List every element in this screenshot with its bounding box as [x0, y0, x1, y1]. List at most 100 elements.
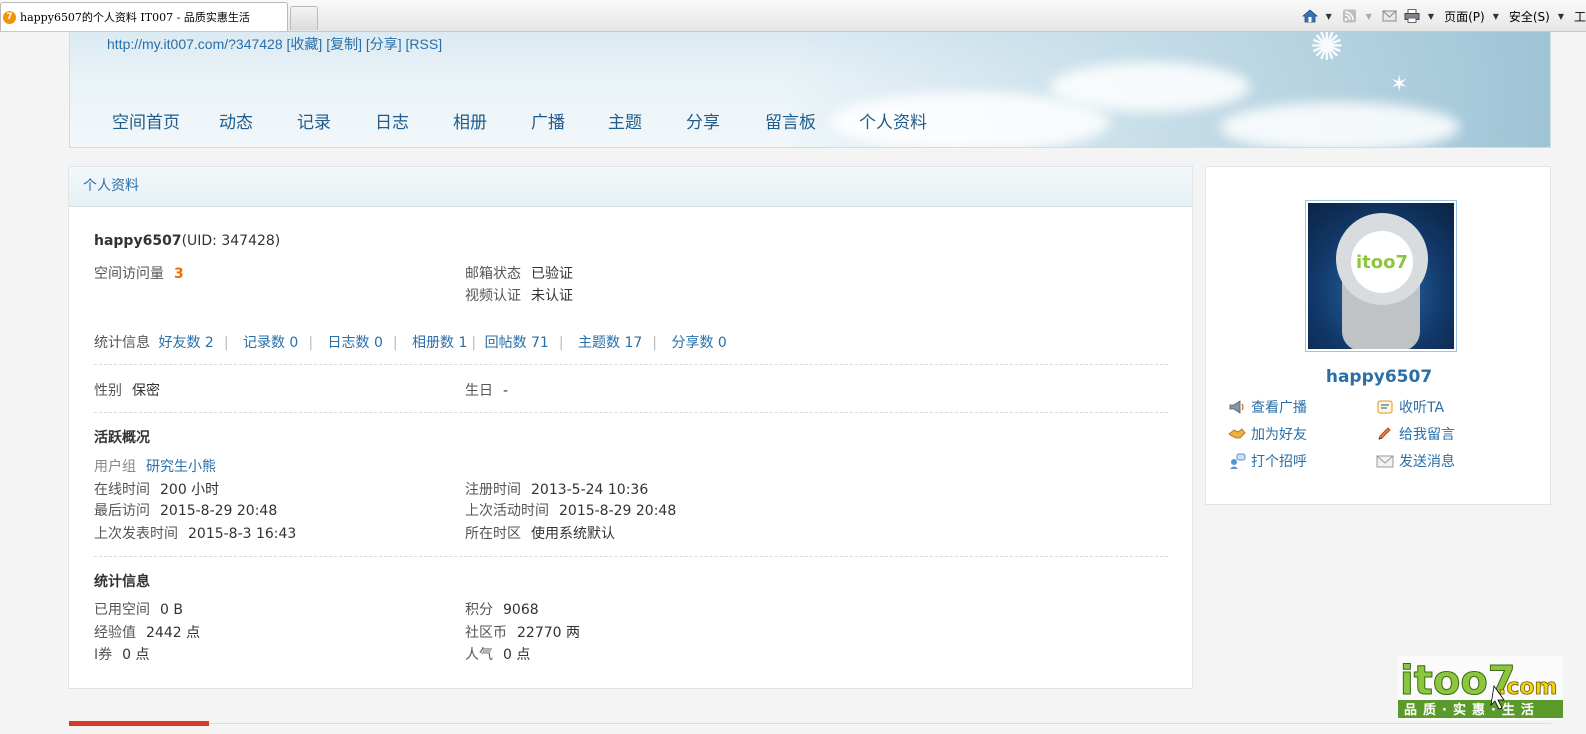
popularity-value: 0 点: [503, 647, 531, 663]
favorite-link[interactable]: [收藏]: [287, 36, 323, 52]
stat-divider: |: [558, 335, 564, 351]
lastactive-value: 2015-8-29 20:48: [559, 503, 677, 519]
rss-dropdown-icon[interactable]: ▼: [1366, 12, 1372, 21]
follow-action[interactable]: 收听TA: [1376, 397, 1444, 417]
gender-value: 保密: [132, 383, 160, 399]
leave-message-action[interactable]: 给我留言: [1376, 424, 1455, 444]
register-value: 2013-5-24 10:36: [531, 482, 649, 498]
megaphone-icon: [1228, 399, 1246, 415]
print-icon[interactable]: [1404, 9, 1420, 23]
page-menu-dropdown-icon[interactable]: ▼: [1493, 12, 1499, 21]
share-link[interactable]: [分享]: [366, 36, 402, 52]
view-broadcast-action[interactable]: 查看广播: [1228, 397, 1307, 417]
greet-label: 打个招呼: [1251, 454, 1307, 470]
safety-menu[interactable]: 安全(S): [1509, 8, 1550, 25]
tools-menu[interactable]: 工: [1574, 8, 1586, 25]
coins-value: 22770 两: [517, 625, 580, 641]
avatar-logo: itoo7: [1351, 231, 1413, 293]
divider: [94, 412, 1168, 413]
lastvisit-row: 最后访问 2015-8-29 20:48: [94, 500, 277, 520]
profile-panel: 个人资料 happy6507(UID: 347428) 空间访问量 3 邮箱状态已…: [68, 166, 1193, 689]
new-tab-button[interactable]: [290, 6, 318, 30]
dandelion-icon: ✺: [1310, 32, 1344, 70]
handshake-icon: [1228, 426, 1246, 442]
timezone-label: 所在时区: [465, 526, 521, 542]
panel-title: 个人资料: [69, 167, 1192, 207]
greet-action[interactable]: 打个招呼: [1228, 451, 1307, 471]
browser-chrome: 7 happy6507的个人资料 IT007 - 品质实惠生活 ▼ ▼ ▼ 页面…: [0, 0, 1586, 32]
stat-divider: |: [308, 335, 314, 351]
online-label: 在线时间: [94, 482, 150, 498]
register-label: 注册时间: [465, 482, 521, 498]
browser-tab-active[interactable]: 7 happy6507的个人资料 IT007 - 品质实惠生活: [0, 2, 288, 31]
stat-albums-link[interactable]: 相册数 1: [412, 335, 467, 351]
stat-records-link[interactable]: 记录数 0: [243, 335, 298, 351]
nav-guestbook[interactable]: 留言板: [765, 104, 816, 137]
rss-feed-icon[interactable]: [1342, 9, 1358, 23]
nav-feed[interactable]: 动态: [219, 104, 253, 137]
footer-line: [209, 723, 1551, 724]
nav-profile[interactable]: 个人资料: [859, 104, 927, 137]
birthday-label: 生日: [465, 383, 493, 399]
coupon-row: I券 0 点: [94, 644, 150, 664]
stat-shares-link[interactable]: 分享数 0: [671, 335, 726, 351]
stat-divider: |: [223, 335, 229, 351]
visits-value: 3: [174, 266, 184, 282]
send-message-action[interactable]: 发送消息: [1376, 451, 1455, 471]
footer-accent-bar: [69, 721, 209, 726]
activity-section-title: 活跃概况: [94, 430, 150, 446]
stat-divider: |: [471, 335, 477, 351]
stat-replies-link[interactable]: 回帖数 71: [485, 335, 549, 351]
nav-share[interactable]: 分享: [686, 104, 720, 137]
email-row: 邮箱状态 已验证: [465, 263, 573, 283]
coins-row: 社区币 22770 两: [465, 622, 580, 642]
banner-cloud: [1220, 102, 1460, 147]
nav-broadcast[interactable]: 广播: [531, 104, 565, 137]
space-url-link[interactable]: http://my.it007.com/?347428: [107, 36, 283, 52]
print-dropdown-icon[interactable]: ▼: [1428, 12, 1434, 21]
nav-blog[interactable]: 日志: [375, 104, 409, 137]
user-heading: happy6507(UID: 347428): [94, 233, 280, 249]
exp-label: 经验值: [94, 625, 136, 641]
statinfo-section-title: 统计信息: [94, 574, 150, 590]
space-url-bar: http://my.it007.com/?347428 [收藏] [复制] [分…: [107, 34, 442, 54]
user-card: itoo7 happy6507 查看广播 收听TA 加为好友 给我留言 打个招呼: [1205, 166, 1551, 505]
space-row: 已用空间 0 B: [94, 599, 183, 619]
follow-label: 收听TA: [1399, 400, 1445, 416]
coupon-label: I券: [94, 647, 113, 663]
stat-friends-link[interactable]: 好友数 2: [158, 335, 213, 351]
nav-records[interactable]: 记录: [297, 104, 331, 137]
mail-icon[interactable]: [1382, 9, 1398, 23]
nav-topics[interactable]: 主题: [608, 104, 642, 137]
home-icon[interactable]: [1301, 9, 1318, 23]
add-friend-action[interactable]: 加为好友: [1228, 424, 1307, 444]
video-label: 视频认证: [465, 288, 521, 304]
coupon-value: 0 点: [122, 647, 150, 663]
safety-menu-dropdown-icon[interactable]: ▼: [1558, 12, 1564, 21]
rss-link[interactable]: [RSS]: [406, 36, 443, 52]
lastpost-row: 上次发表时间 2015-8-3 16:43: [94, 523, 296, 543]
email-value: 已验证: [531, 266, 573, 282]
usergroup-link[interactable]: 研究生小熊: [146, 459, 216, 475]
stat-blogs-link[interactable]: 日志数 0: [328, 335, 383, 351]
page-menu[interactable]: 页面(P): [1444, 8, 1485, 25]
nav-space-home[interactable]: 空间首页: [112, 104, 180, 137]
birthday-row: 生日 -: [465, 380, 508, 400]
lastpost-label: 上次发表时间: [94, 526, 178, 542]
lastvisit-label: 最后访问: [94, 503, 150, 519]
avatar[interactable]: itoo7: [1305, 200, 1457, 352]
add-friend-label: 加为好友: [1251, 427, 1307, 443]
gender-label: 性别: [94, 383, 122, 399]
points-row: 积分 9068: [465, 599, 539, 619]
timezone-value: 使用系统默认: [531, 526, 615, 542]
divider: [94, 556, 1168, 557]
card-username[interactable]: happy6507: [1206, 367, 1552, 387]
stat-topics-link[interactable]: 主题数 17: [578, 335, 642, 351]
space-label: 已用空间: [94, 602, 150, 618]
copy-link[interactable]: [复制]: [326, 36, 362, 52]
nav-album[interactable]: 相册: [453, 104, 487, 137]
watermark-domain-text: .com: [1498, 675, 1557, 700]
stat-divider: |: [392, 335, 398, 351]
exp-value: 2442 点: [146, 625, 201, 641]
home-dropdown-icon[interactable]: ▼: [1326, 12, 1332, 21]
